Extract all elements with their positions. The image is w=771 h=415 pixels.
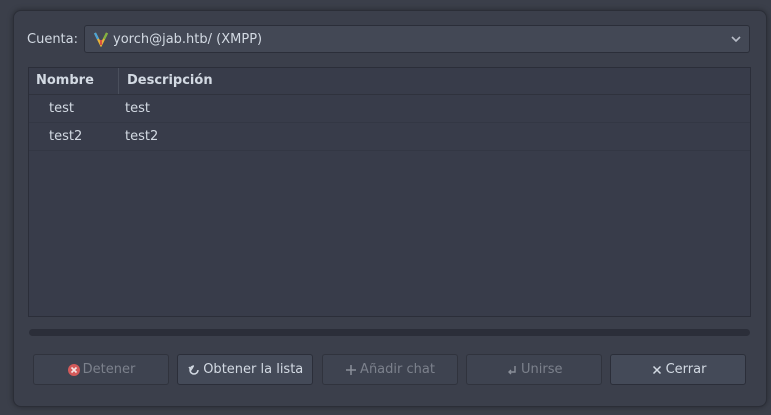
column-header-description[interactable]: Descripción: [119, 68, 213, 94]
room-name: test2: [49, 129, 83, 144]
account-select[interactable]: yorch@jab.htb/ (XMPP): [84, 25, 750, 53]
room-name: test: [49, 101, 74, 116]
join-icon: [505, 363, 519, 377]
account-value: yorch@jab.htb/ (XMPP): [113, 31, 263, 47]
get-list-button[interactable]: Obtener la lista: [177, 354, 314, 385]
chevron-down-icon[interactable]: [729, 32, 743, 46]
column-header-name[interactable]: Nombre: [29, 68, 119, 94]
stop-icon: [67, 363, 81, 377]
room-list-dialog: Cuenta: yorch@jab.htb/ (XMPP) Nombre Des…: [13, 10, 767, 407]
join-label: Unirse: [521, 362, 563, 377]
close-button[interactable]: Cerrar: [610, 354, 746, 385]
stop-button[interactable]: Detener: [33, 354, 169, 385]
progress-bar: [29, 329, 750, 336]
room-list[interactable]: Nombre Descripción test test test2 test2: [28, 67, 751, 317]
join-button[interactable]: Unirse: [465, 354, 602, 385]
button-row: Detener Obtener la lista Añadir chat Uni…: [33, 354, 746, 385]
stop-label: Detener: [82, 362, 136, 377]
account-row: Cuenta: yorch@jab.htb/ (XMPP): [27, 24, 750, 54]
close-icon: [650, 363, 664, 377]
room-description: test: [125, 101, 150, 116]
close-label: Cerrar: [665, 362, 707, 377]
add-chat-button[interactable]: Añadir chat: [321, 354, 458, 385]
get-list-label: Obtener la lista: [203, 362, 304, 377]
account-label: Cuenta:: [27, 31, 78, 47]
refresh-icon: [187, 363, 201, 377]
room-description: test2: [125, 129, 159, 144]
xmpp-bulb-icon: [93, 31, 109, 48]
add-chat-label: Añadir chat: [360, 362, 435, 377]
add-icon: [344, 363, 358, 377]
list-row[interactable]: test test: [29, 95, 750, 123]
list-header: Nombre Descripción: [29, 68, 750, 95]
list-row[interactable]: test2 test2: [29, 123, 750, 151]
